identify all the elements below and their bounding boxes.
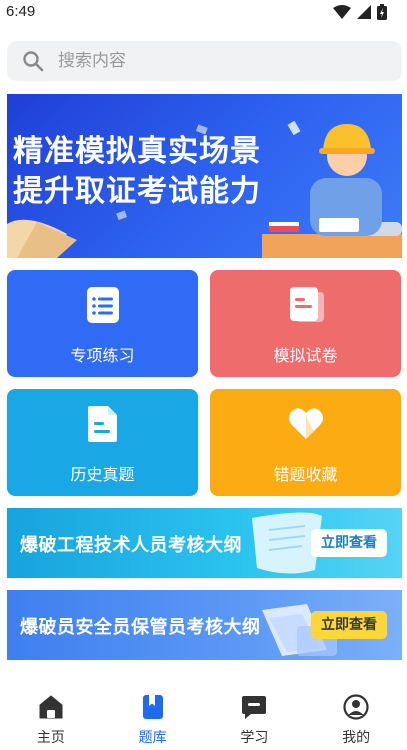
card-label: 错题收藏 [273, 465, 338, 484]
promo-banner[interactable]: 精准模拟真实场景 提升取证考试能力 [7, 94, 402, 258]
bookmark-book-icon [142, 695, 163, 719]
view-now-button[interactable]: 立即查看 [311, 529, 387, 557]
promo-staff-outline[interactable]: 爆破员安全员保管员考核大纲 立即查看 [7, 590, 402, 660]
view-now-button[interactable]: 立即查看 [311, 611, 387, 639]
profile-icon [343, 694, 369, 720]
banner-line-2: 提升取证考试能力 [13, 174, 261, 209]
exam-paper-icon [290, 287, 324, 322]
promo-engineering-outline[interactable]: 爆破工程技术人员考核大纲 立即查看 [7, 508, 402, 578]
nav-item-home[interactable]: 主页 [0, 690, 102, 750]
bottom-nav: 主页 题库 学习 我的 [0, 690, 407, 750]
nav-item-profile[interactable]: 我的 [305, 690, 407, 750]
nav-item-study[interactable]: 学习 [204, 690, 306, 750]
banner-line-1: 精准模拟真实场景 [13, 134, 261, 169]
battery-icon [377, 4, 387, 20]
status-bar: 6:49 [0, 0, 407, 26]
nav-item-question-bank[interactable]: 题库 [102, 690, 204, 750]
search-bar[interactable] [7, 41, 402, 81]
card-label: 专项练习 [70, 346, 135, 365]
nav-label: 我的 [342, 730, 371, 746]
chat-icon [242, 696, 267, 719]
card-special-practice[interactable]: 专项练习 [7, 270, 198, 377]
document-icon [88, 406, 117, 442]
card-wrong-questions[interactable]: 错题收藏 [210, 389, 401, 496]
search-icon [23, 51, 44, 72]
search-input[interactable] [58, 51, 358, 71]
nav-label: 题库 [138, 730, 167, 746]
home-icon [39, 695, 63, 719]
card-label: 模拟试卷 [273, 346, 338, 365]
signal-icon [357, 5, 371, 19]
promo-title: 爆破工程技术人员考核大纲 [20, 535, 242, 556]
promo-title: 爆破员安全员保管员考核大纲 [20, 617, 261, 638]
wifi-icon [333, 5, 351, 19]
nav-label: 主页 [36, 730, 65, 746]
card-past-papers[interactable]: 历史真题 [7, 389, 198, 496]
list-doc-icon [87, 287, 119, 323]
card-label: 历史真题 [70, 465, 135, 484]
card-mock-exam[interactable]: 模拟试卷 [210, 270, 401, 377]
heart-icon [289, 408, 323, 439]
nav-label: 学习 [240, 730, 269, 746]
status-time: 6:49 [6, 3, 36, 20]
